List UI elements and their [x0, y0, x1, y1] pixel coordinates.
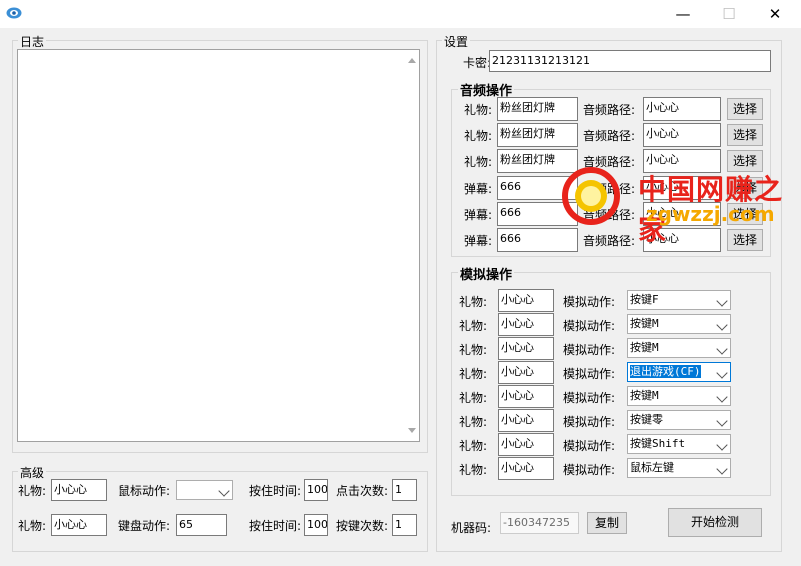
- sim-action-label: 模拟动作:: [563, 391, 616, 405]
- sim-gift-input[interactable]: 小心心: [498, 409, 554, 432]
- sim-gift-input[interactable]: 小心心: [498, 289, 554, 312]
- sim-action-label: 模拟动作:: [563, 415, 616, 429]
- audio-row-label: 礼物:: [464, 103, 493, 117]
- click-count-input[interactable]: 1: [392, 479, 417, 501]
- choose-file-button[interactable]: 选择: [727, 124, 763, 146]
- audio-row-label: 弹幕:: [464, 182, 493, 196]
- machine-code-label: 机器码:: [451, 521, 492, 535]
- sim-action-select[interactable]: 退出游戏(CF): [627, 362, 731, 382]
- sim-gift-input[interactable]: 小心心: [498, 313, 554, 336]
- log-group-title: 日志: [18, 33, 47, 50]
- watermark-logo-icon: [562, 167, 620, 225]
- chevron-down-icon: [716, 295, 728, 307]
- sim-action-label: 模拟动作:: [563, 343, 616, 357]
- audio-path-input[interactable]: 小心心: [643, 123, 721, 147]
- audio-row-label: 礼物:: [464, 129, 493, 143]
- watermark: 中国网赚之家 zgwzzj.com: [560, 160, 800, 246]
- adv-gift-input-1[interactable]: 小心心: [51, 479, 107, 501]
- chevron-down-icon: [716, 367, 728, 379]
- watermark-en-text: zgwzzj.com: [646, 202, 775, 226]
- chevron-down-icon: [716, 391, 728, 403]
- audio-path-label: 音频路径:: [583, 129, 636, 143]
- sim-action-label: 模拟动作:: [563, 367, 616, 381]
- hold-time-label-1: 按住时间:: [249, 484, 302, 498]
- card-key-label: 卡密:: [463, 56, 492, 70]
- sim-action-select[interactable]: 按键M: [627, 314, 731, 334]
- sim-action-select[interactable]: 按键M: [627, 338, 731, 358]
- sim-action-select[interactable]: 按键Shift: [627, 434, 731, 454]
- audio-row-label: 礼物:: [464, 155, 493, 169]
- adv-gift-input-2[interactable]: 小心心: [51, 514, 107, 536]
- chevron-down-icon: [716, 343, 728, 355]
- sim-row-label: 礼物:: [459, 439, 488, 453]
- chevron-down-icon: [716, 319, 728, 331]
- start-detect-button[interactable]: 开始检测: [668, 508, 762, 537]
- sim-row-label: 礼物:: [459, 415, 488, 429]
- sim-action-label: 模拟动作:: [563, 295, 616, 309]
- chevron-down-icon: [716, 415, 728, 427]
- audio-trigger-input[interactable]: 粉丝团灯牌: [497, 97, 578, 121]
- sim-gift-input[interactable]: 小心心: [498, 457, 554, 480]
- sim-action-select[interactable]: 按键F: [627, 290, 731, 310]
- copy-button[interactable]: 复制: [587, 512, 627, 534]
- sim-group-title: 模拟操作: [458, 264, 515, 283]
- click-count-label: 点击次数:: [336, 484, 389, 498]
- audio-trigger-input[interactable]: 粉丝团灯牌: [497, 123, 578, 147]
- mouse-action-select[interactable]: [176, 480, 233, 500]
- sim-row-label: 礼物:: [459, 319, 488, 333]
- maximize-button[interactable]: ☐: [706, 0, 752, 28]
- keyboard-action-label: 键盘动作:: [118, 519, 171, 533]
- sim-action-select[interactable]: 按键零: [627, 410, 731, 430]
- sim-row-label: 礼物:: [459, 463, 488, 477]
- sim-gift-input[interactable]: 小心心: [498, 433, 554, 456]
- chevron-down-icon: [218, 485, 230, 497]
- close-button[interactable]: ✕: [752, 0, 798, 28]
- minimize-button[interactable]: —: [660, 0, 706, 28]
- audio-path-label: 音频路径:: [583, 234, 636, 248]
- choose-file-button[interactable]: 选择: [727, 98, 763, 120]
- hold-time-input-2[interactable]: 100: [304, 514, 328, 536]
- advanced-group-title: 高级: [18, 464, 47, 481]
- sim-action-select[interactable]: 按键M: [627, 386, 731, 406]
- settings-group-title: 设置: [442, 33, 471, 50]
- adv-gift-label-2: 礼物:: [18, 519, 47, 533]
- chevron-down-icon: [716, 463, 728, 475]
- card-key-input[interactable]: 21231131213121: [489, 50, 771, 72]
- audio-path-label: 音频路径:: [583, 103, 636, 117]
- sim-row-label: 礼物:: [459, 295, 488, 309]
- mouse-action-label: 鼠标动作:: [118, 484, 171, 498]
- machine-code-field: -160347235: [500, 512, 579, 534]
- sim-action-label: 模拟动作:: [563, 463, 616, 477]
- sim-action-label: 模拟动作:: [563, 439, 616, 453]
- scroll-up-icon[interactable]: [408, 58, 416, 63]
- audio-path-input[interactable]: 小心心: [643, 97, 721, 121]
- audio-row-label: 弹幕:: [464, 208, 493, 222]
- audio-row-label: 弹幕:: [464, 234, 493, 248]
- sim-action-label: 模拟动作:: [563, 319, 616, 333]
- log-textarea[interactable]: [17, 49, 420, 442]
- app-icon: [6, 7, 22, 19]
- sim-gift-input[interactable]: 小心心: [498, 385, 554, 408]
- hold-time-label-2: 按住时间:: [249, 519, 302, 533]
- sim-gift-input[interactable]: 小心心: [498, 361, 554, 384]
- chevron-down-icon: [716, 439, 728, 451]
- adv-gift-label-1: 礼物:: [18, 484, 47, 498]
- scroll-down-icon[interactable]: [408, 428, 416, 433]
- sim-row-label: 礼物:: [459, 391, 488, 405]
- sim-gift-input[interactable]: 小心心: [498, 337, 554, 360]
- audio-trigger-input[interactable]: 666: [497, 228, 578, 252]
- sim-row-label: 礼物:: [459, 343, 488, 357]
- press-count-input[interactable]: 1: [392, 514, 417, 536]
- sim-row-label: 礼物:: [459, 367, 488, 381]
- sim-action-select[interactable]: 鼠标左键: [627, 458, 731, 478]
- keyboard-action-input[interactable]: 65: [176, 514, 227, 536]
- hold-time-input-1[interactable]: 100: [304, 479, 328, 501]
- press-count-label: 按键次数:: [336, 519, 389, 533]
